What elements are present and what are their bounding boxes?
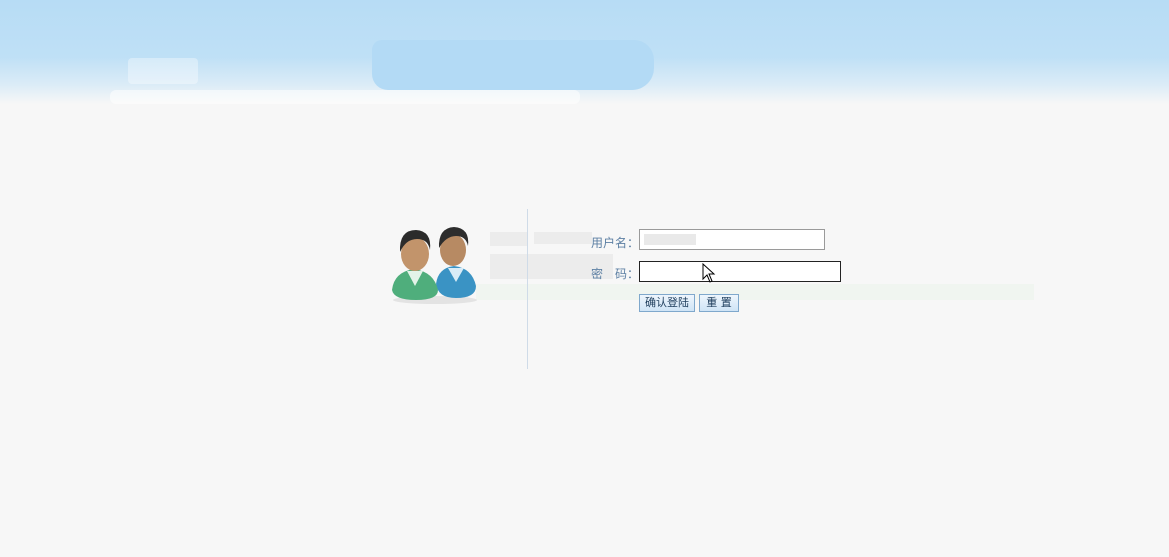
password-input[interactable] — [639, 261, 841, 282]
header-banner — [0, 0, 1169, 104]
password-label: 密 码： — [591, 267, 640, 281]
username-label: 用户名： — [591, 236, 640, 250]
username-input[interactable] — [639, 229, 825, 250]
banner-subtitle-area — [110, 90, 580, 104]
banner-logo — [128, 58, 198, 84]
banner-title-area — [372, 40, 654, 90]
login-button[interactable]: 确认登陆 — [639, 294, 695, 312]
username-value-mask — [644, 234, 696, 245]
blurred-text — [490, 232, 528, 246]
highlight-row — [476, 284, 1034, 300]
users-icon — [390, 220, 480, 304]
reset-button[interactable]: 重 置 — [699, 294, 739, 312]
panel-divider — [527, 209, 528, 369]
mouse-pointer-icon — [702, 262, 716, 283]
blurred-text — [534, 232, 592, 244]
